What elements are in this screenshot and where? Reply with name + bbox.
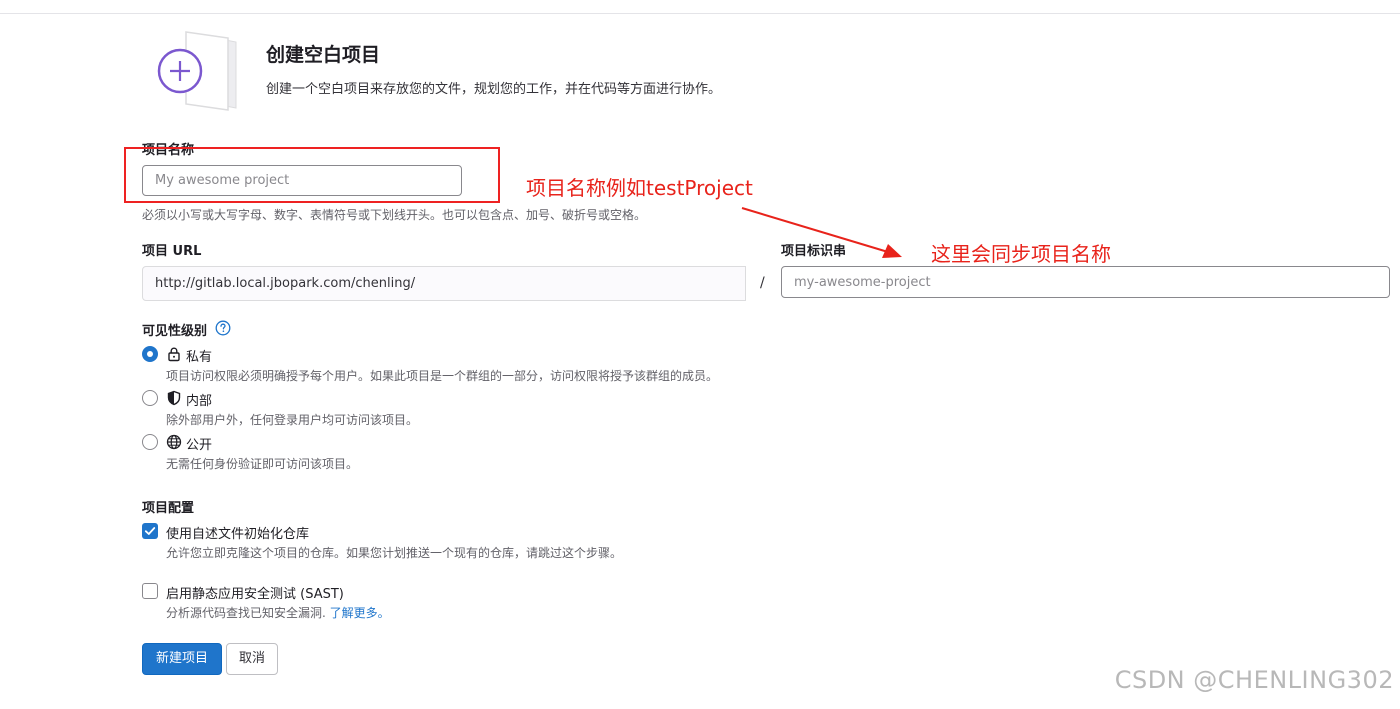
annotation-highlight-box <box>124 147 500 203</box>
globe-icon <box>166 434 182 450</box>
annotation-arrow <box>741 207 902 258</box>
visibility-label: 可见性级别 <box>142 324 208 339</box>
project-url-label: 项目 URL <box>142 244 202 259</box>
watermark: CSDN @CHENLING302 <box>1114 666 1394 694</box>
top-divider <box>0 13 1400 14</box>
learn-more-link[interactable]: 了解更多。 <box>330 606 390 620</box>
visibility-private-label: 私有 <box>186 350 213 365</box>
project-url-prefix: http://gitlab.local.jbopark.com/chenling… <box>142 266 746 301</box>
visibility-radio-public[interactable] <box>142 434 158 450</box>
sast-description-line: 分析源代码查找已知安全漏洞. 了解更多。 <box>166 604 390 621</box>
annotation-slug-note: 这里会同步项目名称 <box>931 242 1111 266</box>
project-name-help: 必须以小写或大写字母、数字、表情符号或下划线开头。也可以包含点、加号、破折号或空… <box>142 208 647 222</box>
visibility-public-label: 公开 <box>186 438 213 453</box>
visibility-radio-private[interactable] <box>142 346 158 362</box>
visibility-radio-internal[interactable] <box>142 390 158 406</box>
visibility-public-description: 无需任何身份验证即可访问该项目。 <box>166 457 359 471</box>
lock-icon <box>168 347 180 362</box>
new-project-illustration <box>157 31 237 111</box>
project-config-label: 项目配置 <box>142 501 195 516</box>
checkmark-icon <box>144 527 156 535</box>
visibility-internal-label: 内部 <box>186 394 213 409</box>
visibility-internal-description: 除外部用户外，任何登录用户均可访问该项目。 <box>166 413 419 427</box>
question-circle-icon[interactable] <box>215 320 231 336</box>
annotation-name-note: 项目名称例如testProject <box>526 176 753 200</box>
cancel-button[interactable]: 取消 <box>226 643 278 675</box>
readme-label: 使用自述文件初始化仓库 <box>166 527 310 542</box>
sast-description: 分析源代码查找已知安全漏洞. <box>166 606 326 620</box>
sast-label: 启用静态应用安全测试 (SAST) <box>166 587 344 602</box>
visibility-private-description: 项目访问权限必须明确授予每个用户。如果此项目是一个群组的一部分，访问权限将授予该… <box>166 369 719 383</box>
readme-description: 允许您立即克隆这个项目的仓库。如果您计划推送一个现有的仓库，请跳过这个步骤。 <box>166 546 623 560</box>
page-title: 创建空白项目 <box>266 44 381 66</box>
project-slug-input[interactable] <box>781 266 1390 298</box>
readme-checkbox[interactable] <box>142 523 158 539</box>
sast-checkbox[interactable] <box>142 583 158 599</box>
page-description: 创建一个空白项目来存放您的文件，规划您的工作，并在代码等方面进行协作。 <box>266 82 722 97</box>
shield-icon <box>167 390 181 406</box>
url-separator: / <box>760 275 765 291</box>
create-project-button[interactable]: 新建项目 <box>142 643 222 675</box>
